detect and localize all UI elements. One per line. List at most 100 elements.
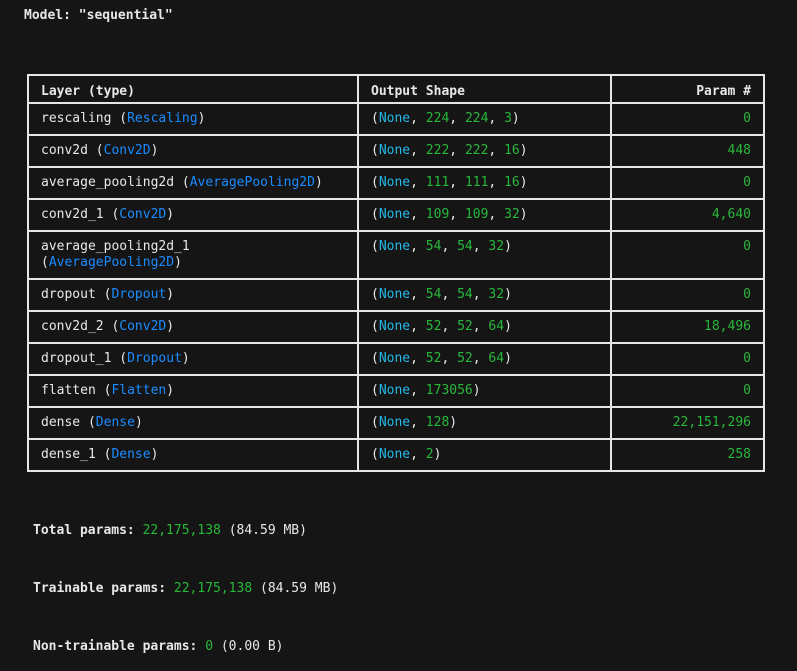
layer-type: AveragePooling2D [189, 175, 315, 190]
table-row: average_pooling2d_1 (AveragePooling2D) (N… [27, 230, 765, 280]
layer-name: dropout_1 [41, 351, 112, 366]
shape-dim: 54 [457, 287, 473, 302]
layer-name: conv2d_2 [41, 319, 104, 334]
shape-batch-dim: None [378, 143, 411, 158]
shape-batch-dim: None [378, 287, 411, 302]
output-shape-cell: (None, 54, 54, 32) [357, 278, 612, 312]
shape-dim: 109 [464, 207, 489, 222]
layer-cell: conv2d_1 (Conv2D) [27, 198, 359, 232]
layer-name: conv2d_1 [41, 207, 104, 222]
layer-name: dropout [41, 287, 96, 302]
trainable-params: Trainable params: 22,175,138 (84.59 MB) [33, 581, 338, 596]
shape-dim: 32 [488, 239, 505, 254]
param-count: 258 [610, 438, 765, 472]
header-layer-type: Layer (type) [27, 74, 359, 104]
param-count: 0 [610, 278, 765, 312]
layer-name: average_pooling2d [41, 175, 175, 190]
shape-batch-dim: None [378, 351, 411, 366]
shape-batch-dim: None [378, 111, 411, 126]
param-count: 0 [610, 166, 765, 200]
table-row: flatten (Flatten) (None, 173056) 0 [27, 374, 765, 408]
table-row: conv2d_2 (Conv2D) (None, 52, 52, 64) 18,49… [27, 310, 765, 344]
shape-dim: 32 [504, 207, 520, 222]
layer-type: Dense [95, 415, 135, 430]
non-trainable-params: Non-trainable params: 0 (0.00 B) [33, 639, 283, 654]
layer-name: rescaling [41, 111, 112, 126]
output-shape-cell: (None, 2) [357, 438, 612, 472]
shape-batch-dim: None [378, 415, 411, 430]
layer-name: flatten [41, 383, 96, 398]
output-shape-cell: (None, 111, 111, 16) [357, 166, 612, 200]
param-count: 4,640 [610, 198, 765, 232]
shape-dim: 3 [504, 111, 512, 126]
output-shape-cell: (None, 222, 222, 16) [357, 134, 612, 168]
total-params-size: (84.59 MB) [228, 523, 307, 538]
shape-dim: 64 [488, 351, 505, 366]
param-count: 0 [610, 230, 765, 280]
trainable-params-size: (84.59 MB) [260, 581, 339, 596]
model-summary-table: Layer (type) Output Shape Param # rescal… [27, 74, 765, 472]
shape-dim: 109 [425, 207, 450, 222]
shape-dim: 224 [464, 111, 489, 126]
table-row: dropout_1 (Dropout) (None, 52, 52, 64) 0 [27, 342, 765, 376]
layer-name: dense_1 [41, 447, 96, 462]
shape-dim: 52 [425, 319, 442, 334]
shape-batch-dim: None [378, 207, 411, 222]
output-shape-cell: (None, 109, 109, 32) [357, 198, 612, 232]
shape-batch-dim: None [378, 319, 411, 334]
non-trainable-params-label: Non-trainable params: [33, 639, 198, 654]
table-row: conv2d (Conv2D) (None, 222, 222, 16) 448 [27, 134, 765, 168]
layer-type: Conv2D [119, 207, 167, 222]
layer-cell: dropout (Dropout) [27, 278, 359, 312]
layer-cell: average_pooling2d (AveragePooling2D) [27, 166, 359, 200]
header-param-count: Param # [610, 74, 765, 104]
param-count: 448 [610, 134, 765, 168]
table-header-row: Layer (type) Output Shape Param # [27, 74, 765, 104]
layer-name: average_pooling2d_1 [41, 239, 190, 254]
total-params-label: Total params: [33, 523, 135, 538]
layer-type: AveragePooling2D [48, 255, 175, 270]
total-params-count: 22,175,138 [142, 523, 221, 538]
layer-type: Conv2D [103, 143, 151, 158]
table-row: dense (Dense) (None, 128) 22,151,296 [27, 406, 765, 440]
layer-type: Dense [111, 447, 151, 462]
shape-dim: 52 [457, 319, 473, 334]
shape-dim: 64 [488, 319, 505, 334]
shape-batch-dim: None [378, 239, 411, 254]
shape-batch-dim: None [378, 383, 411, 398]
shape-dim: 173056 [425, 383, 473, 398]
output-shape-cell: (None, 52, 52, 64) [357, 342, 612, 376]
layer-type: Dropout [111, 287, 167, 302]
layer-cell: dense_1 (Dense) [27, 438, 359, 472]
shape-dim: 111 [464, 175, 489, 190]
shape-dim: 2 [425, 447, 434, 462]
shape-dim: 222 [464, 143, 489, 158]
output-shape-cell: (None, 52, 52, 64) [357, 310, 612, 344]
table-row: rescaling (Rescaling) (None, 224, 224, 3)… [27, 102, 765, 136]
shape-dim: 222 [425, 143, 450, 158]
layer-cell: flatten (Flatten) [27, 374, 359, 408]
table-row: conv2d_1 (Conv2D) (None, 109, 109, 32) 4,6… [27, 198, 765, 232]
output-shape-cell: (None, 128) [357, 406, 612, 440]
table-row: dropout (Dropout) (None, 54, 54, 32) 0 [27, 278, 765, 312]
shape-batch-dim: None [378, 175, 411, 190]
non-trainable-params-count: 0 [205, 639, 214, 654]
non-trainable-params-size: (0.00 B) [220, 639, 284, 654]
shape-batch-dim: None [378, 447, 411, 462]
shape-dim: 54 [457, 239, 473, 254]
shape-dim: 52 [457, 351, 473, 366]
table-row: average_pooling2d (AveragePooling2D) (Non… [27, 166, 765, 200]
layer-type: Conv2D [119, 319, 167, 334]
trainable-params-label: Trainable params: [33, 581, 167, 596]
total-params: Total params: 22,175,138 (84.59 MB) [33, 523, 307, 538]
layer-cell: dropout_1 (Dropout) [27, 342, 359, 376]
output-shape-cell: (None, 224, 224, 3) [357, 102, 612, 136]
param-count: 0 [610, 342, 765, 376]
layer-cell: average_pooling2d_1 (AveragePooling2D) [27, 230, 359, 280]
shape-dim: 32 [488, 287, 505, 302]
param-count: 18,496 [610, 310, 765, 344]
output-shape-cell: (None, 54, 54, 32) [357, 230, 612, 280]
layer-type: Flatten [111, 383, 167, 398]
shape-dim: 16 [504, 143, 520, 158]
table-row: dense_1 (Dense) (None, 2) 258 [27, 438, 765, 472]
